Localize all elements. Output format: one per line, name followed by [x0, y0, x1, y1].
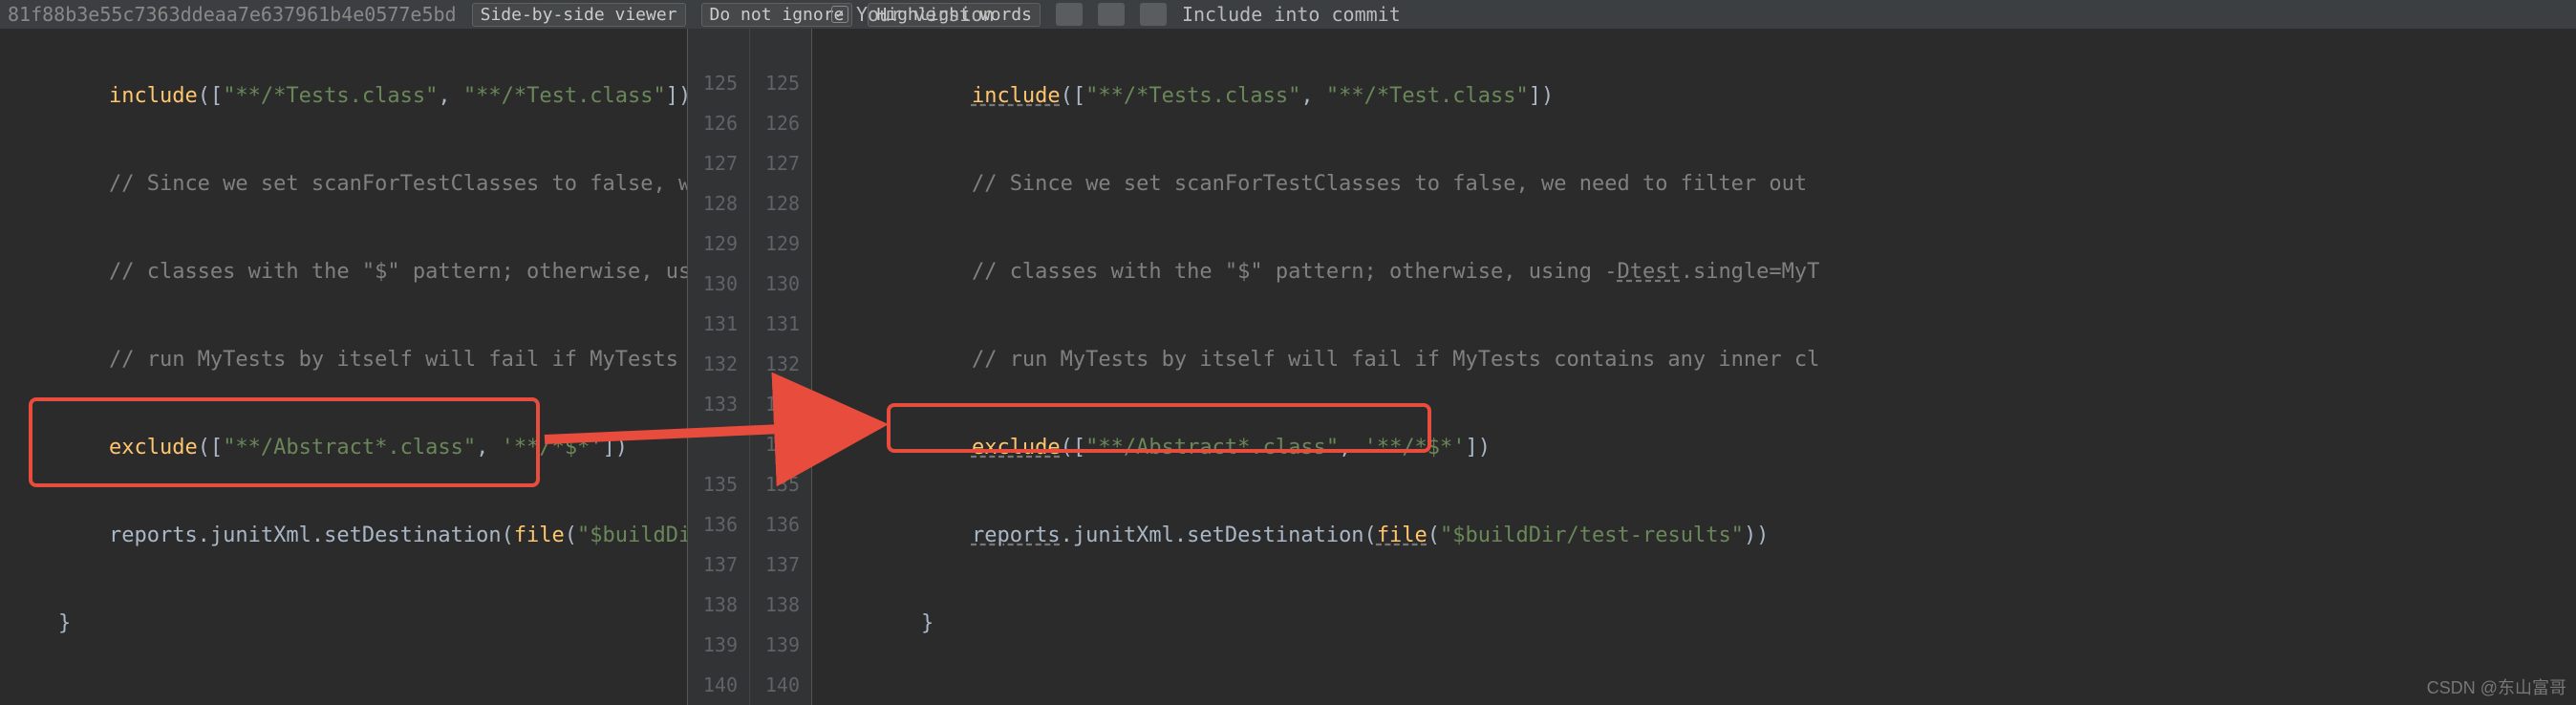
gutter-row: 128128 — [688, 183, 811, 224]
code-line: } — [0, 604, 687, 644]
gutter-row: 132132 — [688, 344, 811, 384]
your-version-checkbox[interactable]: ✓ — [831, 6, 848, 23]
gutter-row: 137137 — [688, 545, 811, 585]
right-code-pane[interactable]: include(["**/*Tests.class", "**/*Test.cl… — [812, 29, 2576, 705]
gutter-row: 133133 — [688, 384, 811, 424]
sync-scroll-icon[interactable] — [1098, 3, 1125, 26]
commit-hash: 81f88b3e55c7363ddeaa7e637961b4e0577e5bd — [8, 3, 457, 26]
gutter-row: 135135 — [688, 464, 811, 504]
code-line: // Since we set scanForTestClasses to fa… — [0, 164, 687, 204]
gutter-row: 138138 — [688, 585, 811, 625]
gutter-row: 131131 — [688, 304, 811, 344]
settings-icon[interactable] — [1140, 3, 1167, 26]
code-line: // run MyTests by itself will fail if My… — [0, 340, 687, 380]
code-line — [0, 692, 687, 705]
gutter-row: 139139 — [688, 625, 811, 665]
code-line: } — [812, 604, 2576, 644]
your-version-label: ✓ Your version — [831, 3, 995, 26]
gutter-row: 126126 — [688, 103, 811, 143]
collapse-icon[interactable] — [1056, 3, 1083, 26]
gutter-row: 125125 — [688, 63, 811, 103]
include-commit-label: Include into commit — [1182, 3, 1401, 26]
code-line: // run MyTests by itself will fail if My… — [812, 340, 2576, 380]
ignore-mode-dropdown[interactable]: Do not ignore — [701, 3, 853, 27]
gutter-row — [688, 29, 811, 63]
line-number-gutter: 125125 126126 127127 128128 129129 13013… — [688, 29, 812, 705]
code-line: // classes with the "$" pattern; otherwi… — [0, 252, 687, 292]
gutter-row: 130130 — [688, 264, 811, 304]
code-line: // Since we set scanForTestClasses to fa… — [812, 164, 2576, 204]
gutter-row: 140140 — [688, 665, 811, 705]
gutter-row: 134 — [688, 424, 811, 464]
code-line: include(["**/*Tests.class", "**/*Test.cl… — [0, 76, 687, 117]
left-code-pane[interactable]: include(["**/*Tests.class", "**/*Test.cl… — [0, 29, 688, 705]
diff-container: include(["**/*Tests.class", "**/*Test.cl… — [0, 29, 2576, 705]
viewer-mode-dropdown[interactable]: Side-by-side viewer — [472, 3, 686, 27]
diff-toolbar: 81f88b3e55c7363ddeaa7e637961b4e0577e5bd … — [0, 0, 2576, 29]
code-line: include(["**/*Tests.class", "**/*Test.cl… — [812, 76, 2576, 117]
gutter-row: 136136 — [688, 504, 811, 545]
watermark: CSDN @东山富哥 — [2427, 674, 2566, 699]
code-line — [812, 692, 2576, 705]
code-line: // classes with the "$" pattern; otherwi… — [812, 252, 2576, 292]
code-line: reports.junitXml.setDestination(file("$b… — [0, 516, 687, 556]
code-line: exclude(["**/Abstract*.class", '**/*$*']… — [0, 428, 687, 468]
gutter-row: 129129 — [688, 224, 811, 264]
gutter-row: 127127 — [688, 143, 811, 183]
code-line: reports.junitXml.setDestination(file("$b… — [812, 516, 2576, 556]
code-line: exclude(["**/Abstract*.class", '**/*$*']… — [812, 428, 2576, 468]
